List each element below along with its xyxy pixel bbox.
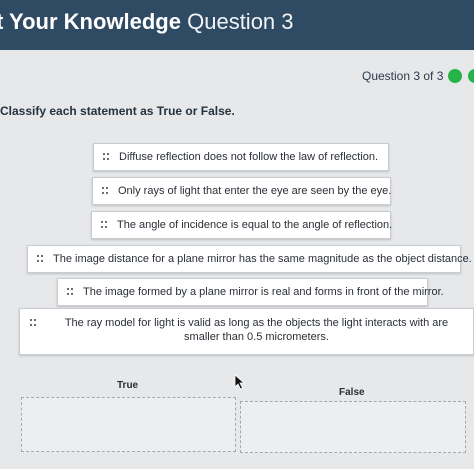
statement-text: Diffuse reflection does not follow the l… <box>119 151 379 163</box>
page-title-question: Question 3 <box>187 9 294 34</box>
statement-text: The image distance for a plane mirror ha… <box>53 253 472 265</box>
drag-handle-icon[interactable] <box>37 255 46 263</box>
drag-handle-icon[interactable] <box>103 153 112 161</box>
question-progress: Question 3 of 3 <box>362 69 444 83</box>
statement-text: The ray model for light is valid as long… <box>64 317 449 343</box>
statement-card[interactable]: The ray model for light is valid as long… <box>19 308 474 355</box>
statement-card[interactable]: The angle of incidence is equal to the a… <box>91 211 393 239</box>
statement-card[interactable]: Diffuse reflection does not follow the l… <box>93 143 389 171</box>
progress-dot-icon[interactable] <box>468 69 474 83</box>
false-zone-label: False <box>339 387 365 398</box>
header-bar: t Your Knowledge Question 3 <box>0 0 474 50</box>
statement-text: The angle of incidence is equal to the a… <box>117 219 393 231</box>
page-title: t Your Knowledge Question 3 <box>0 9 294 35</box>
drag-handle-icon[interactable] <box>101 221 110 229</box>
true-drop-zone[interactable] <box>21 397 236 452</box>
instruction-text: Classify each statement as True or False… <box>0 104 235 118</box>
drag-handle-icon[interactable] <box>102 187 111 195</box>
statement-card[interactable]: The image distance for a plane mirror ha… <box>27 245 472 273</box>
statement-text: Only rays of light that enter the eye ar… <box>118 185 392 197</box>
true-zone-label: True <box>117 380 139 391</box>
page-title-main: t Your Knowledge <box>0 9 181 34</box>
statement-text: The image formed by a plane mirror is re… <box>83 286 444 298</box>
false-drop-zone[interactable] <box>240 401 466 453</box>
progress-dot-icon[interactable] <box>448 69 462 83</box>
statement-card[interactable]: The image formed by a plane mirror is re… <box>57 278 444 306</box>
mouse-pointer-icon <box>234 374 246 390</box>
statement-card[interactable]: Only rays of light that enter the eye ar… <box>92 177 391 205</box>
drag-handle-icon[interactable] <box>30 319 39 327</box>
drag-handle-icon[interactable] <box>67 288 76 296</box>
